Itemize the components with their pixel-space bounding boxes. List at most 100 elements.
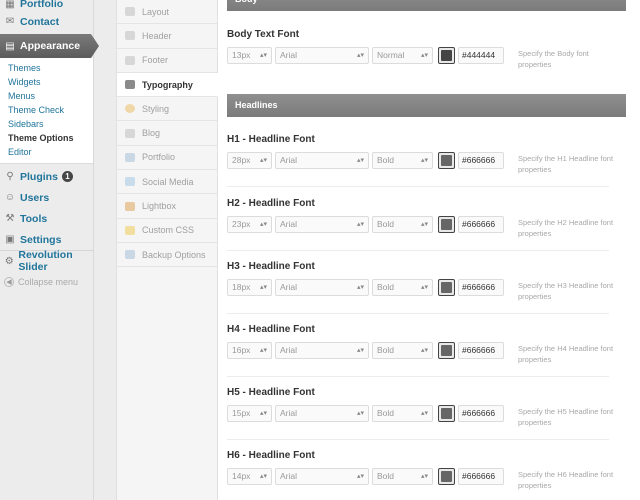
submenu-widgets[interactable]: Widgets [0, 75, 93, 89]
font-family-select[interactable]: Arial ▴▾ [275, 279, 369, 296]
font-family-select[interactable]: Arial ▴▾ [275, 216, 369, 233]
divider [227, 186, 609, 187]
font-family-value: Arial [280, 471, 298, 481]
tools-icon: ⚒ [5, 213, 15, 224]
font-size-select[interactable]: 14px ▴▾ [227, 468, 272, 485]
font-weight-select[interactable]: Normal ▴▾ [372, 47, 433, 64]
font-family-select[interactable]: Arial ▴▾ [275, 468, 369, 485]
font-weight-value: Normal [377, 50, 405, 60]
nav-lightbox[interactable]: Lightbox [117, 194, 217, 219]
color-swatch [441, 50, 452, 61]
nav-header-label: Header [142, 30, 172, 41]
color-picker-button[interactable] [438, 47, 455, 64]
nav-header[interactable]: Header [117, 24, 217, 49]
menu-contact[interactable]: ✉ Contact [0, 11, 93, 32]
font-size-select[interactable]: 28px ▴▾ [227, 152, 272, 169]
color-picker-button[interactable] [438, 279, 455, 296]
collapse-menu-button[interactable]: ◀ Collapse menu [0, 271, 93, 292]
nav-portfolio-label: Portfolio [142, 152, 176, 163]
color-picker-button[interactable] [438, 152, 455, 169]
font-setting-h3: H3 - Headline Font 18px ▴▾ Arial ▴▾ Bold ▴▾… [227, 261, 626, 311]
font-setting-title: H6 - Headline Font [227, 450, 315, 461]
color-picker-button[interactable] [438, 468, 455, 485]
menu-tools[interactable]: ⚒ Tools [0, 208, 93, 229]
menu-appearance-label: Appearance [20, 40, 81, 52]
select-arrows-icon: ▴▾ [259, 284, 267, 291]
menu-settings[interactable]: ▣ Settings [0, 229, 93, 250]
font-weight-value: Bold [377, 471, 395, 481]
nav-custom-css-label: Custom CSS [142, 225, 195, 236]
font-setting-body: Body Text Font 13px ▴▾ Arial ▴▾ Normal ▴▾ #… [227, 29, 626, 79]
menu-tools-label: Tools [20, 212, 48, 225]
menu-revolution-slider[interactable]: ⚙ Revolution Slider [0, 249, 93, 273]
font-size-value: 16px [232, 345, 251, 355]
divider [227, 439, 609, 440]
color-hex-input[interactable]: #666666 [458, 279, 504, 296]
font-size-select[interactable]: 13px ▴▾ [227, 47, 272, 64]
font-size-select[interactable]: 16px ▴▾ [227, 342, 272, 359]
submenu-themes[interactable]: Themes [0, 61, 93, 75]
font-setting-description: Specify the Body font properties [518, 49, 589, 69]
color-picker-button[interactable] [438, 216, 455, 233]
font-family-select[interactable]: Arial ▴▾ [275, 405, 369, 422]
theme-options-nav: Layout Header Footer Typography Styling … [116, 0, 218, 500]
font-weight-select[interactable]: Bold ▴▾ [372, 279, 433, 296]
color-hex-input[interactable]: #666666 [458, 468, 504, 485]
color-swatch [441, 282, 452, 293]
select-arrows-icon: ▴▾ [259, 410, 267, 417]
nav-layout[interactable]: Layout [117, 0, 217, 25]
menu-portfolio[interactable]: ▦ Portfolio [0, 0, 93, 11]
select-arrows-icon: ▴▾ [259, 347, 267, 354]
font-family-value: Arial [280, 282, 298, 292]
color-hex-input[interactable]: #666666 [458, 342, 504, 359]
font-weight-select[interactable]: Bold ▴▾ [372, 152, 433, 169]
submenu-menus[interactable]: Menus [0, 89, 93, 103]
font-weight-select[interactable]: Bold ▴▾ [372, 216, 433, 233]
font-setting-description: Specify the H1 Headline font properties [518, 154, 614, 174]
nav-styling[interactable]: Styling [117, 97, 217, 122]
section-header-body: Body [227, 0, 626, 11]
typography-icon [125, 80, 135, 90]
font-size-select[interactable]: 15px ▴▾ [227, 405, 272, 422]
color-picker-button[interactable] [438, 405, 455, 422]
nav-custom-css[interactable]: Custom CSS [117, 219, 217, 243]
nav-typography-label: Typography [142, 79, 193, 90]
font-family-select[interactable]: Arial ▴▾ [275, 47, 369, 64]
font-setting-title: H3 - Headline Font [227, 261, 315, 272]
nav-footer[interactable]: Footer [117, 49, 217, 73]
font-weight-select[interactable]: Bold ▴▾ [372, 468, 433, 485]
font-size-select[interactable]: 18px ▴▾ [227, 279, 272, 296]
font-setting-title: H1 - Headline Font [227, 134, 315, 145]
submenu-theme-options[interactable]: Theme Options [0, 131, 93, 145]
color-swatch [441, 155, 452, 166]
nav-blog-label: Blog [142, 128, 161, 139]
menu-plugins[interactable]: ⚲ Plugins 1 [0, 166, 93, 187]
appearance-icon: ▤ [5, 40, 15, 52]
font-family-select[interactable]: Arial ▴▾ [275, 342, 369, 359]
menu-plugins-label: Plugins [20, 170, 58, 183]
font-weight-select[interactable]: Bold ▴▾ [372, 342, 433, 359]
font-family-select[interactable]: Arial ▴▾ [275, 152, 369, 169]
nav-typography[interactable]: Typography [117, 72, 218, 98]
submenu-editor[interactable]: Editor [0, 145, 93, 159]
color-hex-input[interactable]: #444444 [458, 47, 504, 64]
layout-icon [125, 7, 135, 17]
nav-social-media[interactable]: Social Media [117, 170, 217, 195]
color-hex-input[interactable]: #666666 [458, 216, 504, 233]
nav-portfolio[interactable]: Portfolio [117, 146, 217, 171]
nav-backup-options[interactable]: Backup Options [117, 243, 217, 268]
font-size-value: 14px [232, 471, 251, 481]
select-arrows-icon: ▴▾ [259, 52, 267, 59]
submenu-theme-check[interactable]: Theme Check [0, 103, 93, 117]
color-hex-input[interactable]: #666666 [458, 405, 504, 422]
menu-appearance[interactable]: ▤ Appearance [0, 34, 99, 58]
font-size-select[interactable]: 23px ▴▾ [227, 216, 272, 233]
color-picker-button[interactable] [438, 342, 455, 359]
font-weight-value: Bold [377, 219, 395, 229]
nav-blog[interactable]: Blog [117, 121, 217, 146]
font-weight-select[interactable]: Bold ▴▾ [372, 405, 433, 422]
submenu-sidebars[interactable]: Sidebars [0, 117, 93, 131]
color-hex-input[interactable]: #666666 [458, 152, 504, 169]
menu-users[interactable]: ☺ Users [0, 187, 93, 208]
collapse-arrow-icon: ◀ [4, 276, 14, 287]
